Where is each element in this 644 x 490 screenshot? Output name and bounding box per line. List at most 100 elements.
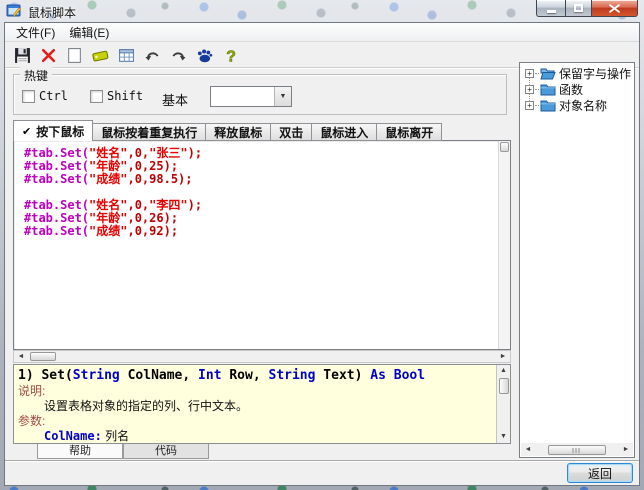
code-token: #tab.Set( [24,159,89,173]
code-token: ); [188,146,202,160]
titlebar[interactable]: 鼠标脚本 [0,0,644,22]
paw-button[interactable] [193,45,215,66]
event-tab-3[interactable]: 双击 [271,123,312,141]
redo-button[interactable] [167,45,189,66]
expand-plus-icon[interactable]: + [525,69,534,78]
scrollbar-thumb[interactable] [30,352,56,361]
code-token: ,0, [127,146,149,160]
tree-connector [535,105,539,106]
close-button[interactable] [592,0,638,17]
help-text: 设置表格对象的指定的列、行中文本。 [44,399,248,413]
event-tab-4[interactable]: 鼠标进入 [312,123,377,141]
event-tab-label: 双击 [279,124,303,141]
shift-checkbox[interactable]: Shift [90,89,143,103]
delete-button[interactable] [37,45,59,66]
ctrl-checkbox-label: Ctrl [39,89,68,103]
code-token: "成绩" [89,224,127,238]
help-text: ColName: [44,429,102,443]
app-icon [6,3,22,19]
maximize-icon [574,4,583,12]
help-line-1: 设置表格对象的指定的列、行中文本。 [14,399,510,414]
checkmark-icon: ✔ [22,125,31,138]
tree-item-2[interactable]: +对象名称 [520,97,634,113]
scroll-right-icon[interactable]: ► [619,446,633,453]
help-signature-token: String [73,368,120,383]
code-token: ,0,98.5); [127,172,192,186]
code-token: ); [188,198,202,212]
editor-vertical-scrollbar[interactable] [498,141,510,349]
save-button[interactable] [11,45,33,66]
delete-icon [40,47,57,64]
code-token: #tab.Set( [24,146,89,160]
bottom-tab-help[interactable]: 帮助 [37,444,123,459]
scroll-left-icon[interactable]: ◄ [521,446,535,453]
expand-plus-icon[interactable]: + [525,101,534,110]
help-signature-token: 1) Set( [18,368,73,383]
folder-closed-icon [540,83,556,96]
help-text: 说明: [18,384,45,398]
redo-icon [170,47,187,64]
table-button[interactable] [115,45,137,66]
help-line-3: ColName: 列名 [14,429,510,444]
event-tab-2[interactable]: 释放鼠标 [206,123,271,141]
bottom-tab-code[interactable]: 代码 [123,444,209,459]
tree-item-1[interactable]: + 函数 [520,81,634,97]
minimize-button[interactable] [536,0,565,17]
code-token: "年龄" [89,211,127,225]
expand-plus-icon[interactable]: + [525,85,534,94]
hotkey-group-label: 热键 [20,67,52,84]
code-token: "姓名" [89,146,127,160]
desktop-background: 鼠标脚本 文件(F)编辑(E) ? 热键 Ctrl Shift [0,0,644,490]
hotkey-dropdown[interactable]: ▼ [210,86,292,107]
event-tab-0[interactable]: ✔ 按下鼠标 [13,120,93,141]
help-button[interactable]: ? [219,45,241,66]
footer-divider [5,460,639,462]
help-signature: 1) Set(String ColName, Int Row, String T… [14,365,510,384]
scroll-right-icon[interactable]: ► [496,353,510,360]
code-token: ,0,26); [127,211,178,225]
menu-item-0[interactable]: 文件(F) [9,22,62,43]
tree-item-label: 函数 [559,81,583,98]
help-vertical-scrollbar[interactable]: ▲ ▼ [496,365,510,443]
code-token: "姓名" [89,198,127,212]
scrollbar-track[interactable] [535,445,619,455]
editor-horizontal-scrollbar[interactable]: ◄ ► [13,350,511,363]
menu-item-1[interactable]: 编辑(E) [62,22,116,43]
code-token: #tab.Set( [24,224,89,238]
scrollbar-thumb[interactable] [500,142,509,152]
code-token: "年龄" [89,159,127,173]
help-signature-token: Int [198,368,221,383]
code-editor[interactable]: #tab.Set("姓名",0,"张三");#tab.Set("年龄",0,25… [13,140,511,350]
event-tab-label: 鼠标进入 [320,124,368,141]
event-tab-5[interactable]: 鼠标离开 [377,123,442,141]
scrollbar-thumb[interactable] [548,445,606,455]
return-button[interactable]: 返回 [567,463,633,483]
new-button[interactable] [63,45,85,66]
code-token: ,0, [127,198,149,212]
undo-button[interactable] [141,45,163,66]
event-tab-label: 鼠标离开 [385,124,433,141]
scroll-up-icon[interactable]: ▲ [497,365,510,377]
tree-item-0[interactable]: +保留字与操作 [520,65,634,81]
event-tab-label: 按下鼠标 [36,123,84,140]
scroll-left-icon[interactable]: ◄ [14,353,28,360]
checkbox-box-icon [90,90,103,103]
scrollbar-thumb[interactable] [499,378,509,394]
help-signature-token: Row, [222,368,269,383]
code-token: ,0,92); [127,224,178,238]
chevron-down-icon[interactable]: ▼ [274,87,291,106]
code-line-6: #tab.Set("成绩",0,92); [24,225,496,238]
maximize-button[interactable] [565,0,592,17]
scroll-down-icon[interactable]: ▼ [497,431,510,443]
event-tab-1[interactable]: 鼠标按着重复执行 [93,123,206,141]
code-text[interactable]: #tab.Set("姓名",0,"张三");#tab.Set("年龄",0,25… [24,147,496,349]
code-token: "成绩" [89,172,127,186]
tag-button[interactable] [89,45,111,66]
tree-connector [535,89,539,90]
tag-icon [92,47,109,64]
reference-tree-panel: +保留字与操作+函数+对象名称 ◄ ► [519,62,635,458]
ctrl-checkbox[interactable]: Ctrl [22,89,68,103]
tree-horizontal-scrollbar[interactable]: ◄ ► [521,443,633,456]
code-token: #tab.Set( [24,172,89,186]
code-token: #tab.Set( [24,211,89,225]
